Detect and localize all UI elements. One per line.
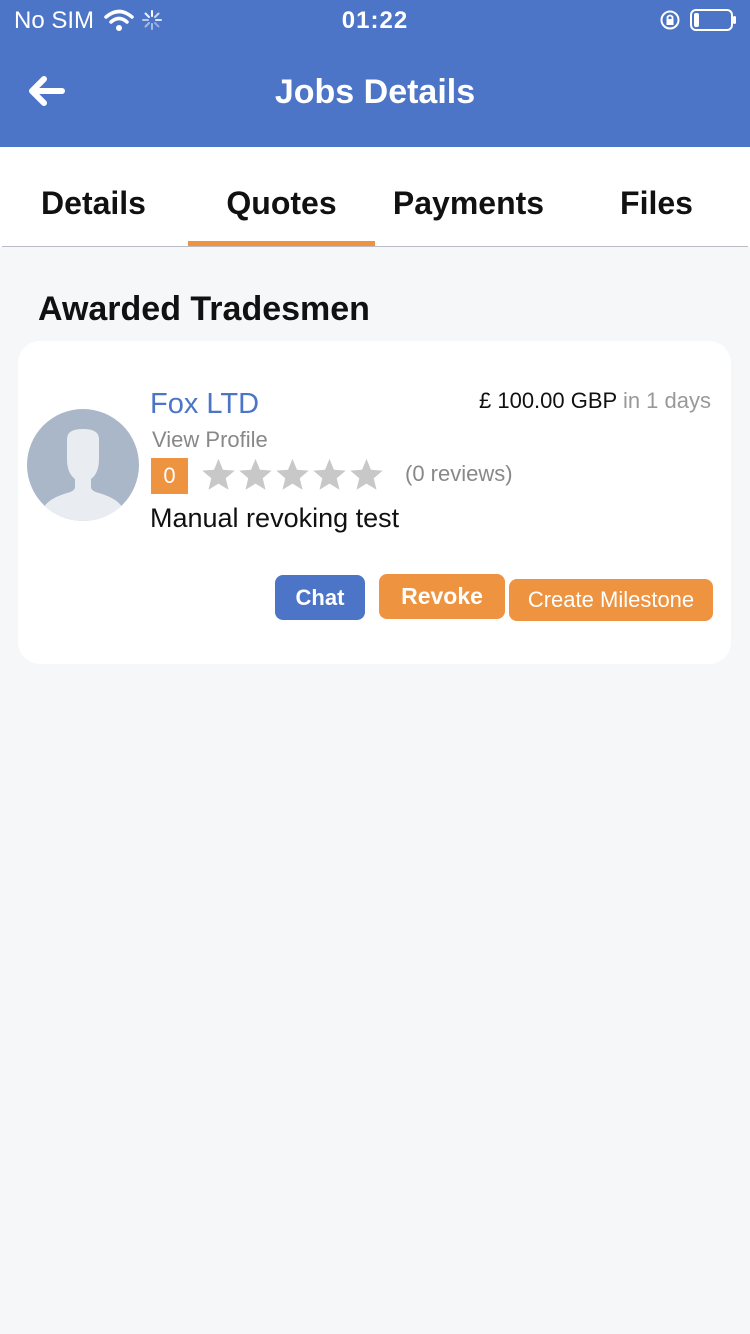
section-title: Awarded Tradesmen bbox=[38, 290, 370, 328]
price-amount: £ 100.00 GBP bbox=[479, 388, 617, 413]
tab-files[interactable]: Files bbox=[563, 147, 750, 247]
status-bar: No SIM 01:22 bbox=[0, 0, 750, 42]
tab-divider bbox=[2, 246, 748, 247]
tab-payments[interactable]: Payments bbox=[375, 147, 562, 247]
page-title: Jobs Details bbox=[274, 73, 476, 111]
tradesman-name[interactable]: Fox LTD bbox=[150, 388, 259, 421]
revoke-button[interactable]: Revoke bbox=[379, 574, 505, 619]
battery-icon bbox=[690, 8, 738, 37]
star-icon bbox=[276, 458, 309, 490]
status-time: 01:22 bbox=[341, 7, 409, 34]
rotation-lock-icon bbox=[659, 9, 681, 36]
tab-quotes[interactable]: Quotes bbox=[188, 147, 375, 247]
star-icon bbox=[202, 458, 235, 490]
reviews-count: (0 reviews) bbox=[405, 461, 513, 486]
star-icon bbox=[239, 458, 272, 490]
rating-badge: 0 bbox=[151, 458, 188, 494]
tab-details[interactable]: Details bbox=[0, 147, 187, 247]
app-header: No SIM 01:22 Jobs Details bbox=[0, 0, 750, 147]
avatar bbox=[27, 409, 139, 521]
tradesman-card: Fox LTD £ 100.00 GBP in 1 days View Prof… bbox=[18, 341, 731, 664]
view-profile-link[interactable]: View Profile bbox=[152, 427, 268, 453]
create-milestone-button[interactable]: Create Milestone bbox=[509, 579, 713, 621]
star-icon bbox=[350, 458, 383, 490]
tab-bar: Details Quotes Payments Files bbox=[0, 147, 750, 247]
person-placeholder-icon bbox=[43, 429, 123, 521]
quote-price: £ 100.00 GBP in 1 days bbox=[479, 388, 711, 414]
star-rating bbox=[200, 456, 385, 494]
quote-description: Manual revoking test bbox=[150, 503, 400, 533]
price-duration: in 1 days bbox=[622, 388, 711, 413]
chat-button[interactable]: Chat bbox=[275, 575, 365, 620]
star-icon bbox=[313, 458, 346, 490]
